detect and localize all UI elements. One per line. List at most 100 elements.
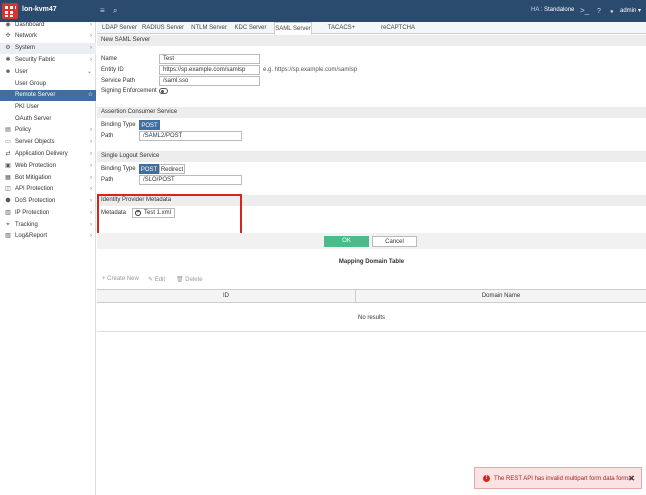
nav-dos-protection[interactable]: ⬢ DoS Protection › <box>0 196 96 207</box>
acs-binding-type-label: Binding Type <box>101 122 136 128</box>
nav-api-protection[interactable]: ◫ API Protection › <box>0 184 96 195</box>
chevron-right-icon: › <box>90 222 92 228</box>
slo-binding-post-button[interactable]: POST <box>139 164 159 174</box>
acs-binding-post-button[interactable]: POST <box>139 120 160 130</box>
search-icon[interactable]: ⌕ <box>113 6 117 16</box>
chevron-right-icon: › <box>90 233 92 239</box>
cli-console-icon[interactable]: >_ <box>580 6 589 16</box>
help-icon[interactable]: ? <box>597 7 601 17</box>
entity-id-hint: e.g. https://sp.example.com/samlsp <box>263 67 358 73</box>
slo-path-field[interactable]: /SLO/POST <box>139 175 242 185</box>
nav-ip-protection[interactable]: ▥ IP Protection › <box>0 208 96 219</box>
chevron-right-icon: › <box>90 186 92 192</box>
ip-icon: ▥ <box>5 210 11 216</box>
service-path-field[interactable]: /saml.sso <box>159 76 260 86</box>
slo-binding-redirect-button[interactable]: Redirect <box>159 164 185 174</box>
table-divider <box>97 331 646 332</box>
ha-status: HA : Standalone <box>531 7 575 13</box>
entity-id-label: Entity ID <box>101 67 124 73</box>
fortinet-logo <box>2 3 18 19</box>
chevron-right-icon: › <box>90 198 92 204</box>
admin-menu[interactable]: admin ▾ <box>620 7 641 14</box>
nav-user[interactable]: ☻ User ⌄ <box>0 67 96 78</box>
user-icon[interactable]: ● <box>610 7 614 17</box>
chevron-right-icon: › <box>90 163 92 169</box>
tab-recaptcha-server[interactable]: reCAPTCHA Server <box>372 22 424 43</box>
entity-id-field[interactable]: https://sp.example.com/samlsp <box>159 65 260 75</box>
slo-binding-type-label: Binding Type <box>101 166 136 172</box>
shield-icon: ⬢ <box>5 198 11 204</box>
mapping-table-header: ID Domain Name <box>97 289 646 303</box>
nav-remote-server[interactable]: Remote Server ☆ <box>0 90 96 101</box>
nav-user-group[interactable]: User Group <box>0 79 96 90</box>
ok-button[interactable]: OK <box>324 236 369 247</box>
main-content: LDAP Server RADIUS Server NTLM Server KD… <box>97 22 646 495</box>
form-actions: OK Cancel <box>97 233 646 249</box>
create-new-button[interactable]: + Create New <box>102 276 139 282</box>
server-tabs: LDAP Server RADIUS Server NTLM Server KD… <box>97 22 646 43</box>
top-bar: lon-kvm47 ≡ ⌕ HA : Standalone >_ ? ● adm… <box>0 0 646 22</box>
chevron-right-icon: › <box>90 57 92 63</box>
error-icon: ! <box>483 475 490 482</box>
chevron-right-icon: › <box>90 175 92 181</box>
server-icon: ▭ <box>5 139 11 145</box>
nav-dashboard[interactable]: ◉ Dashboard › <box>0 20 96 31</box>
tab-saml-server[interactable]: SAML Server <box>274 22 312 35</box>
report-icon: ▧ <box>5 233 11 239</box>
delete-button[interactable]: 🗑 Delete <box>176 276 203 283</box>
chevron-right-icon: › <box>90 151 92 157</box>
name-field[interactable]: Test <box>159 54 260 64</box>
error-message: The REST API has invalid multipart form … <box>494 476 635 482</box>
dashboard-icon: ◉ <box>5 22 11 28</box>
tab-radius-server[interactable]: RADIUS Server <box>142 22 184 34</box>
signing-enforcement-toggle[interactable] <box>159 88 168 94</box>
chevron-right-icon: › <box>90 45 92 51</box>
nav-oauth-server[interactable]: OAuth Server <box>0 114 96 125</box>
chevron-right-icon: › <box>90 22 92 28</box>
acs-path-field[interactable]: /SAML2/POST <box>139 131 242 141</box>
nav-tracking[interactable]: ⌖ Tracking › <box>0 220 96 231</box>
tab-ntlm-server[interactable]: NTLM Server <box>191 22 227 34</box>
hostname: lon-kvm47 <box>22 6 57 13</box>
nav-security-fabric[interactable]: ✱ Security Fabric › <box>0 55 96 66</box>
section-slo: Single Logout Service <box>97 151 646 162</box>
api-icon: ◫ <box>5 186 11 192</box>
nav-web-protection[interactable]: ▣ Web Protection › <box>0 161 96 172</box>
sidebar: ◉ Dashboard › ✣ Network › ⚙ System › ✱ Security… <box>0 22 96 495</box>
tab-ldap-server[interactable]: LDAP Server <box>100 22 139 34</box>
star-icon[interactable]: ☆ <box>88 90 93 101</box>
nav-policy[interactable]: ▤ Policy › <box>0 125 96 136</box>
hamburger-menu-icon[interactable]: ≡ <box>100 6 105 16</box>
acs-path-label: Path <box>101 133 114 139</box>
nav-server-objects[interactable]: ▭ Server Objects › <box>0 137 96 148</box>
chevron-right-icon: › <box>90 127 92 133</box>
mapping-domain-table-title: Mapping Domain Table <box>338 259 405 265</box>
chevron-right-icon: › <box>90 33 92 39</box>
nav-pki-user[interactable]: PKI User <box>0 102 96 113</box>
column-id[interactable]: ID <box>97 290 355 303</box>
nav-application-delivery[interactable]: ⇄ Application Delivery › <box>0 149 96 160</box>
no-results-text: No results <box>357 315 385 321</box>
signing-enforcement-label: Signing Enforcement <box>101 88 157 94</box>
nav-network[interactable]: ✣ Network › <box>0 31 96 42</box>
close-icon[interactable]: ✕ <box>628 474 635 483</box>
bot-icon: ▦ <box>5 175 11 181</box>
chevron-down-icon: ⌄ <box>86 69 92 75</box>
tab-kdc-server[interactable]: KDC Server <box>234 22 267 34</box>
network-icon: ✣ <box>5 33 11 39</box>
section-acs: Assertion Consumer Service <box>97 107 646 118</box>
nav-system[interactable]: ⚙ System › <box>0 43 96 54</box>
gear-icon: ⚙ <box>5 45 11 51</box>
nav-bot-mitigation[interactable]: ▦ Bot Mitigation › <box>0 173 96 184</box>
error-toast: ! The REST API has invalid multipart for… <box>474 467 642 489</box>
cancel-button[interactable]: Cancel <box>372 236 417 247</box>
fabric-icon: ✱ <box>5 57 11 63</box>
column-domain-name[interactable]: Domain Name <box>356 290 646 303</box>
service-path-label: Service Path <box>101 78 136 84</box>
user-icon: ☻ <box>4 69 12 75</box>
tracking-icon: ⌖ <box>6 222 10 228</box>
tab-tacacs-server[interactable]: TACACS+ Server <box>319 22 364 43</box>
nav-log-report[interactable]: ▧ Log&Report › <box>0 231 96 242</box>
edit-button[interactable]: ✎ Edit <box>148 276 165 283</box>
chevron-right-icon: › <box>90 210 92 216</box>
